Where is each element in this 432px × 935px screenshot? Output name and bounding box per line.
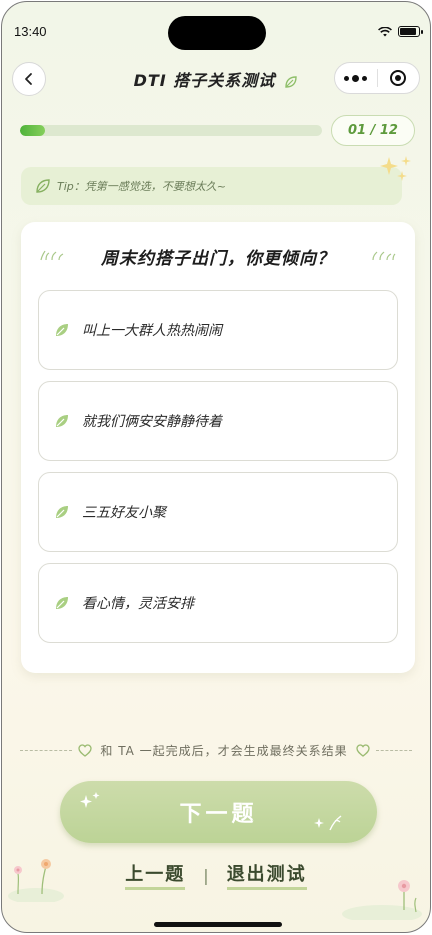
footer-note: 和 TA 一起完成后，才会生成最终关系结果 (2, 740, 430, 760)
question-card: 周末约搭子出门，你更倾向？ 叫上一大群人热热闹闹 就我们俩安安静静待着 三五好友… (21, 222, 415, 673)
more-button[interactable] (335, 63, 377, 93)
divider (375, 749, 412, 751)
link-separator: | (203, 865, 209, 885)
option-3[interactable]: 三五好友小聚 (38, 472, 398, 552)
status-bar: 13:40 (2, 2, 430, 58)
option-2[interactable]: 就我们俩安安静静待着 (38, 381, 398, 461)
leaf-icon (56, 324, 68, 336)
page-title: DTI 搭子关系测试 (133, 71, 276, 90)
close-button[interactable] (377, 63, 419, 93)
leaf-icon (36, 179, 50, 193)
nav-bar: DTI 搭子关系测试 (2, 58, 430, 100)
question-text: 周末约搭子出门，你更倾向？ (101, 249, 335, 269)
option-1[interactable]: 叫上一大群人热热闹闹 (38, 290, 398, 370)
sparkle-icon (80, 792, 100, 808)
heart-icon (355, 743, 370, 757)
phone-frame: 13:40 DTI 搭子关系测试 01 / 12 Tip：凭第一感觉选，不要想太… (1, 1, 431, 933)
option-label: 就我们俩安安静静待着 (82, 414, 222, 430)
question-row: 周末约搭子出门，你更倾向？ (21, 244, 415, 269)
progress-counter: 01 / 12 (331, 115, 415, 146)
footer-note-text: 和 TA 一起完成后，才会生成最终关系结果 (100, 743, 348, 758)
grass-icon (372, 251, 396, 261)
flower-icon (342, 880, 422, 920)
divider (20, 749, 73, 751)
next-question-button[interactable]: 下一题 (60, 781, 377, 843)
battery-icon (398, 26, 423, 37)
sparkle-icon (314, 815, 342, 831)
wifi-icon (378, 26, 392, 36)
mini-program-capsule (334, 62, 420, 94)
option-label: 三五好友小聚 (82, 505, 166, 521)
status-icons (378, 26, 423, 37)
heart-icon (78, 743, 93, 757)
leaf-icon (56, 415, 68, 427)
option-label: 叫上一大群人热热闹闹 (82, 323, 222, 339)
option-4[interactable]: 看心情，灵活安排 (38, 563, 398, 643)
home-indicator (154, 922, 282, 927)
tip-text: Tip：凭第一感觉选，不要想太久~ (57, 180, 226, 193)
sparkle-icon (380, 156, 411, 181)
next-question-label: 下一题 (179, 802, 258, 827)
close-target-icon (390, 70, 407, 86)
previous-question-link[interactable]: 上一题 (125, 860, 186, 890)
tip-banner: Tip：凭第一感觉选，不要想太久~ (21, 167, 402, 205)
leaf-icon (285, 75, 298, 88)
leaf-icon (56, 597, 68, 609)
flower-icon (8, 859, 64, 902)
leaf-icon (56, 506, 68, 518)
exit-test-link[interactable]: 退出测试 (226, 860, 307, 890)
progress-fill (20, 125, 46, 136)
dynamic-island (168, 16, 266, 50)
option-label: 看心情，灵活安排 (82, 596, 194, 612)
status-time: 13:40 (14, 24, 47, 39)
progress-bar (20, 125, 322, 136)
more-icon (344, 75, 350, 81)
